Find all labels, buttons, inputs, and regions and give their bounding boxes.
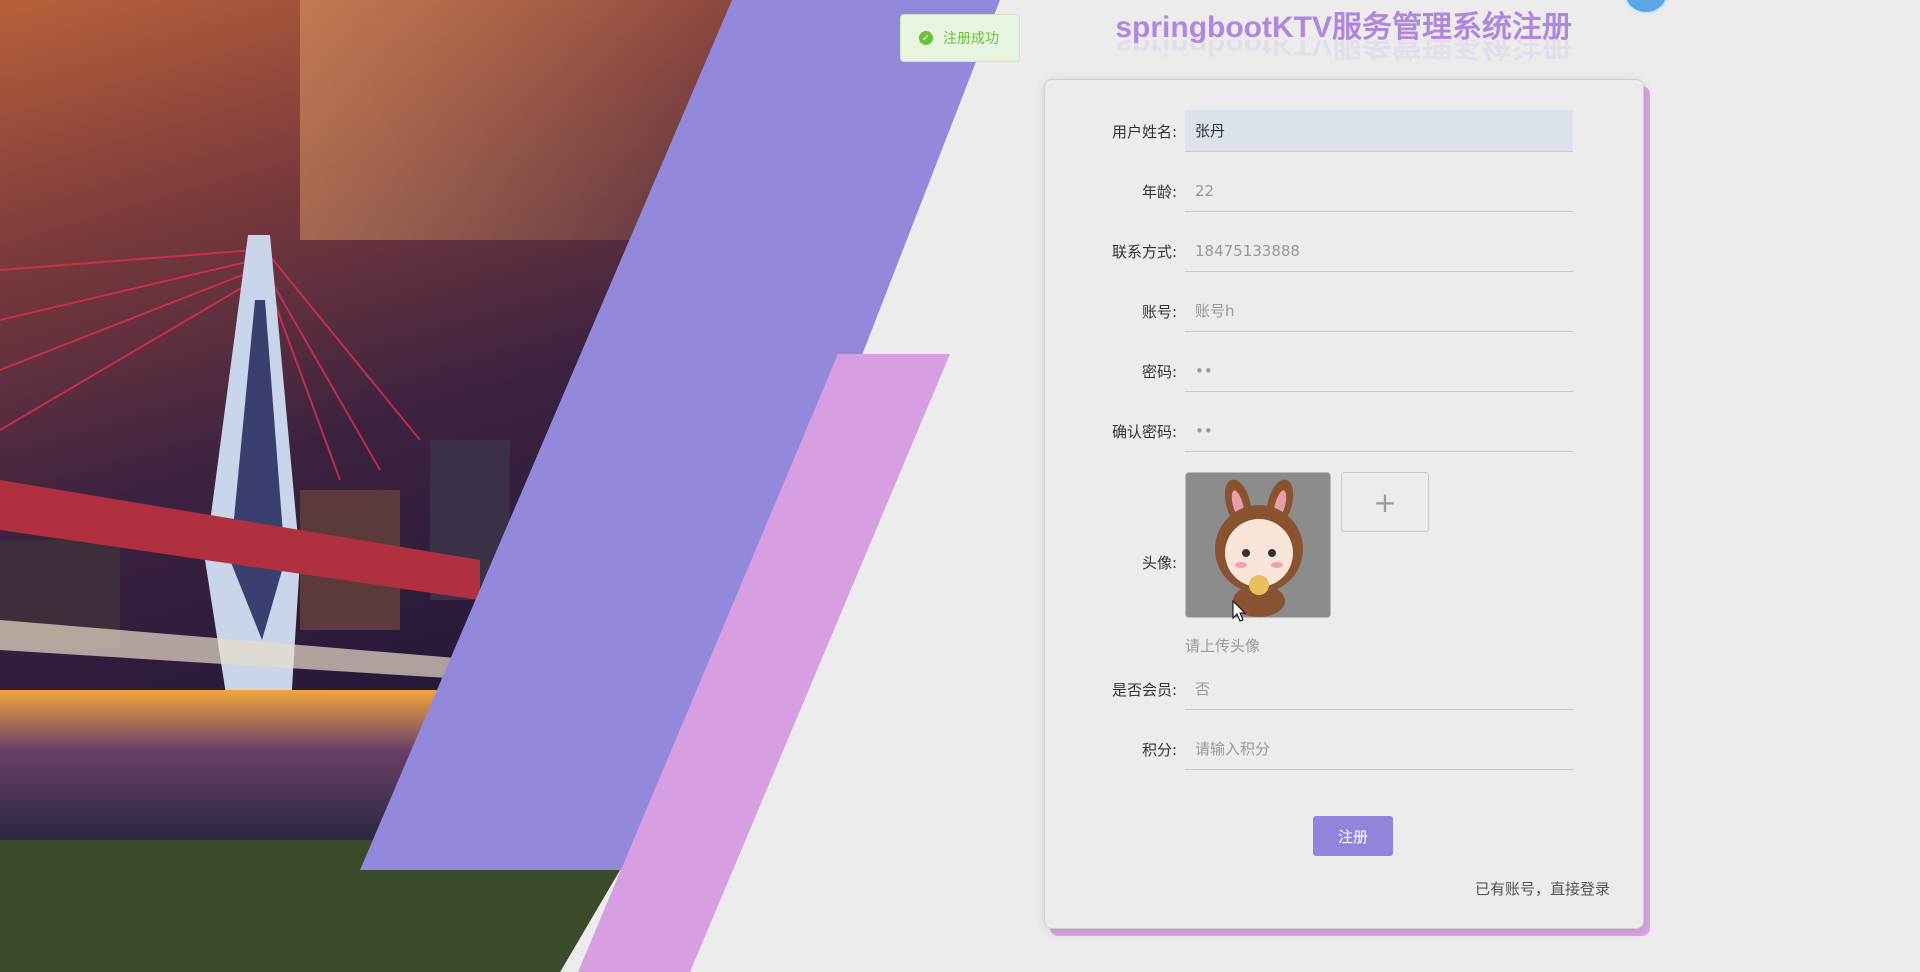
form-row-points: 积分: bbox=[1045, 728, 1645, 772]
age-label: 年龄: bbox=[1141, 183, 1177, 201]
form-row-name: 用户姓名: bbox=[1045, 110, 1645, 154]
add-avatar-button[interactable]: + bbox=[1341, 472, 1429, 532]
age-input[interactable] bbox=[1185, 170, 1573, 212]
toast-message: 注册成功 bbox=[943, 31, 999, 47]
member-label: 是否会员: bbox=[1111, 681, 1177, 699]
form-row-password: 密码: bbox=[1045, 350, 1645, 394]
form-row-confirm-password: 确认密码: bbox=[1045, 410, 1645, 454]
account-label: 账号: bbox=[1141, 303, 1177, 321]
phone-label: 联系方式: bbox=[1111, 243, 1177, 261]
check-circle-icon: ✓ bbox=[919, 31, 933, 45]
points-input[interactable] bbox=[1185, 728, 1573, 770]
register-card: 用户姓名: 年龄: 联系方式: 账号: 密码: 确认密码: 头像: bbox=[1044, 79, 1644, 929]
points-label: 积分: bbox=[1141, 741, 1177, 759]
login-link[interactable]: 已有账号，直接登录 bbox=[1440, 878, 1610, 899]
confirm-password-label: 确认密码: bbox=[1111, 423, 1177, 441]
plus-icon: + bbox=[1373, 485, 1397, 519]
form-row-member: 是否会员: bbox=[1045, 668, 1645, 712]
form-row-age: 年龄: bbox=[1045, 170, 1645, 214]
avatar-hint: 请上传头像 bbox=[1185, 637, 1261, 655]
account-input[interactable] bbox=[1185, 290, 1573, 332]
name-label: 用户姓名: bbox=[1111, 123, 1177, 141]
phone-input[interactable] bbox=[1185, 230, 1573, 272]
avatar-preview[interactable] bbox=[1185, 472, 1331, 618]
register-button[interactable]: 注册 bbox=[1313, 816, 1393, 856]
page-title-reflection: springbootKTV服务管理系统注册 bbox=[1115, 40, 1572, 61]
confirm-password-input[interactable] bbox=[1185, 410, 1573, 452]
avatar-label: 头像: bbox=[1141, 554, 1177, 572]
name-input[interactable] bbox=[1185, 110, 1573, 152]
avatar-image bbox=[1186, 473, 1330, 617]
corner-avatar-icon[interactable] bbox=[1626, 0, 1666, 12]
success-toast: ✓ 注册成功 bbox=[900, 14, 1020, 62]
password-input[interactable] bbox=[1185, 350, 1573, 392]
password-label: 密码: bbox=[1141, 363, 1177, 381]
form-row-phone: 联系方式: bbox=[1045, 230, 1645, 274]
mouse-cursor-icon bbox=[1232, 600, 1246, 622]
form-row-account: 账号: bbox=[1045, 290, 1645, 334]
member-select[interactable] bbox=[1185, 668, 1573, 710]
